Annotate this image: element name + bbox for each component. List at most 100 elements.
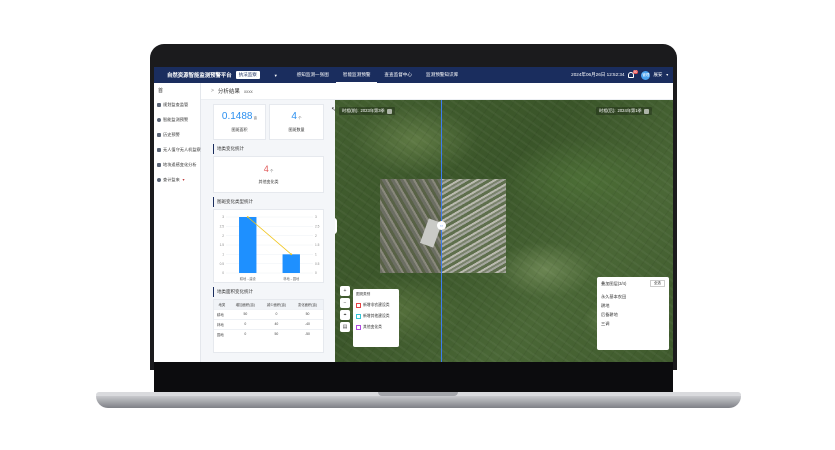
y2-tick-label: 3 xyxy=(315,215,317,219)
datetime: 2024年06月26日 12:52:34 xyxy=(571,72,625,77)
count-stat-card: 4个 图斑数量 xyxy=(269,104,324,140)
table-cell: 0 xyxy=(229,328,261,339)
nav-item-supervision[interactable]: 查查监督中心 xyxy=(377,67,419,83)
layer-item[interactable]: 耕地 xyxy=(601,301,665,310)
gear-icon xyxy=(157,117,161,122)
layer-panel-header: 叠加图层(3/4) 全选 xyxy=(601,280,665,287)
sidebar-item-label: 无人值守无人机监察 xyxy=(163,146,201,152)
mouse-cursor-icon: ↖ xyxy=(331,107,337,113)
x-tick-label: 林地→园地 xyxy=(283,276,300,281)
search-icon xyxy=(157,177,161,182)
top-bar: 自然资源智能监测预警平台 执法监察 ▼ 感知监测一张图 智能监测预警 查查监督中… xyxy=(154,67,673,83)
layer-item[interactable]: 三调 xyxy=(601,319,665,328)
sidebar-item-smart-warning[interactable]: 智能监测预警 xyxy=(154,112,200,127)
sidebar-item-label: 智能监测预警 xyxy=(163,116,189,122)
sidebar-item-label: 地块遥感变化分析 xyxy=(163,161,197,167)
page-subtitle: xxxx xyxy=(243,88,253,94)
table-header: 减少面积(亩) xyxy=(260,300,292,309)
time-label: 时相(前): xyxy=(342,108,359,113)
sidebar-item-label: 规划监查监管 xyxy=(163,101,189,107)
area-value: 0.1488亩 xyxy=(221,110,258,122)
top-right-status: 2024年06月26日 12:52:34 50 管理 展安 ▼ xyxy=(571,67,669,83)
back-chevron-icon[interactable]: > xyxy=(211,88,214,94)
zoom-out-icon[interactable]: − xyxy=(340,298,350,308)
table-cell: 0 xyxy=(229,318,261,329)
select-all-dropdown[interactable]: 全选 xyxy=(649,280,665,287)
table-row: 耕地 50 0 50 xyxy=(214,308,323,319)
map-toolbar: + − ⌖ ▤ xyxy=(340,286,350,332)
imagery-after xyxy=(442,179,506,273)
swipe-handle-icon[interactable]: ⇔ xyxy=(437,221,446,230)
y-tick-label: 2.5 xyxy=(220,225,225,229)
main-nav: 感知监测一张图 智能监测预警 查查监督中心 监测预警知识库 xyxy=(290,67,466,83)
nav-item-overview[interactable]: 感知监测一张图 xyxy=(290,67,336,83)
x-tick-label: 耕地→建设 xyxy=(240,276,257,281)
chevron-down-icon[interactable]: ▼ xyxy=(274,73,278,78)
time-selector-before[interactable]: 时相(前): 2023年第3季 xyxy=(339,107,395,115)
legend-title: 图斑类别 xyxy=(356,292,371,296)
table-cell: -50 xyxy=(291,328,323,339)
time-label: 时相(后): xyxy=(599,108,616,113)
chevron-down-icon xyxy=(386,108,392,114)
y-tick-label: 3 xyxy=(222,215,224,219)
layer-item[interactable]: 后备耕地 xyxy=(601,310,665,319)
locate-icon[interactable]: ⌖ xyxy=(340,310,350,320)
legend-swatch xyxy=(356,303,361,308)
doc-icon xyxy=(157,102,161,107)
sidebar-home[interactable]: 首 xyxy=(154,83,200,97)
legend-swatch xyxy=(356,314,361,319)
list-icon xyxy=(157,132,161,137)
y2-tick-label: 2 xyxy=(315,234,317,238)
table-row: 林地 0 40 -40 xyxy=(214,318,323,329)
zoom-in-icon[interactable]: + xyxy=(340,286,350,296)
y2-tick-label: 1.5 xyxy=(315,243,320,247)
nav-item-knowledge[interactable]: 监测预警知识库 xyxy=(419,67,465,83)
change-label: 其他变化类 xyxy=(258,178,279,184)
sidebar-item-label: 查计监来 xyxy=(163,176,180,182)
count-value: 4个 xyxy=(291,110,302,122)
sidebar-item-query[interactable]: 查计监来 ▼ xyxy=(154,172,200,187)
nav-item-smart-warning[interactable]: 智能监测预警 xyxy=(335,67,378,83)
map-legend: 图斑类别 新增非农建设类 新增其他建设类 其他变化类 xyxy=(353,289,399,347)
sidebar-item-drone[interactable]: 无人值守无人机监察 xyxy=(154,142,201,157)
y2-tick-label: 0 xyxy=(315,271,317,275)
count-label: 图斑数量 xyxy=(288,126,305,132)
user-name[interactable]: 展安 xyxy=(653,72,662,78)
legend-label: 新增非农建设类 xyxy=(363,303,390,307)
collapse-panel-icon[interactable]: ‹ xyxy=(335,218,337,234)
bell-icon[interactable] xyxy=(627,72,634,78)
layer-item[interactable]: 永久基本农田 xyxy=(601,292,665,301)
y2-tick-label: 2.5 xyxy=(315,225,320,229)
sidebar-item-change-analysis[interactable]: 地块遥感变化分析 xyxy=(154,157,200,172)
section-title-land-change: 地类变化统计 xyxy=(213,144,332,154)
swipe-divider[interactable] xyxy=(441,100,442,362)
time-selector-after[interactable]: 时相(后): 2024年第1季 xyxy=(596,107,652,115)
table-header: 地类 xyxy=(214,300,230,309)
satellite-map[interactable]: ⇔ ‹ 时相(前): 2023年第3季 时相(后): 2024年第1季 + − … xyxy=(335,100,673,362)
line-point xyxy=(246,216,249,218)
bar xyxy=(282,254,300,273)
change-stat-card: 4个 其他变化类 xyxy=(213,156,324,193)
chart-svg: 0 0 0.5 0.5 1 1 1.5 1.5 2 2 2.5 2.5 3 3 耕地→建设 林地→园地 xyxy=(220,215,320,281)
y-tick-label: 0.5 xyxy=(220,262,225,266)
avatar[interactable]: 管理 xyxy=(641,70,651,80)
sidebar: 首 规划监查监管 智能监测预警 历史预警 无人值守无人机监察 地块遥感变化分析 … xyxy=(154,83,201,362)
sidebar-item-planning[interactable]: 规划监查监管 xyxy=(154,97,200,112)
chevron-down-icon xyxy=(643,108,649,114)
layers-icon[interactable]: ▤ xyxy=(340,322,350,332)
page-title: 分析结果 xyxy=(217,89,240,95)
legend-label: 新增其他建设类 xyxy=(363,314,390,318)
sidebar-item-history[interactable]: 历史预警 xyxy=(154,127,200,142)
table-header: 变化面积(亩) xyxy=(291,300,323,309)
area-label: 图斑面积 xyxy=(231,126,248,132)
chevron-down-icon[interactable]: ▼ xyxy=(666,73,669,77)
line-point xyxy=(290,253,293,256)
laptop-notch xyxy=(378,392,458,396)
mode-badge[interactable]: 执法监察 xyxy=(235,71,260,79)
table-cell: 林地 xyxy=(214,318,230,329)
y2-tick-label: 1 xyxy=(315,253,317,257)
time-value: 2023年第3季 xyxy=(360,108,385,113)
monitor-icon xyxy=(157,162,161,167)
y-tick-label: 1 xyxy=(222,253,224,257)
layer-panel: 叠加图层(3/4) 全选 永久基本农田 耕地 后备耕地 三调 xyxy=(597,277,669,350)
